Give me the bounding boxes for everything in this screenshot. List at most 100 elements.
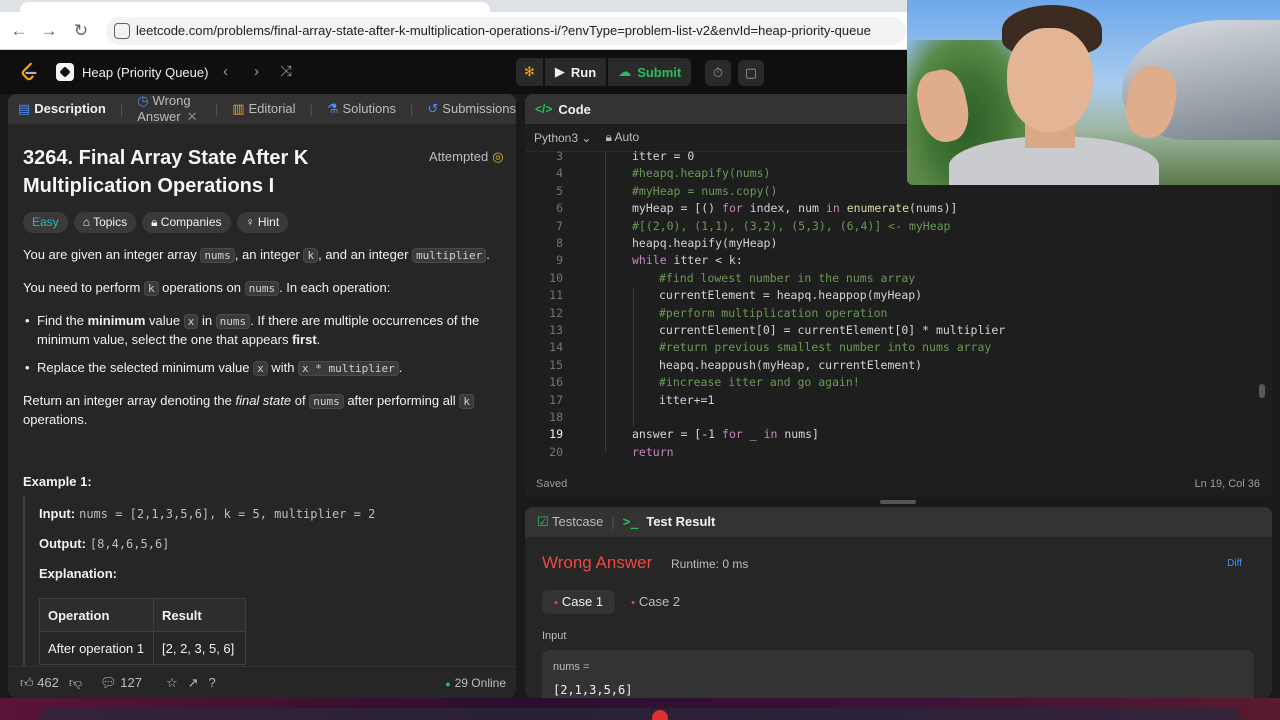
difficulty-badge: Easy [23,212,68,233]
line-number: 18 [549,410,563,424]
book-icon: ▥ [232,101,245,116]
line-number: 12 [549,305,563,320]
tab-submissions[interactable]: ↺ Submissions [427,101,516,117]
document-icon: ▤ [18,101,31,116]
tag-icon: ⌂ [82,215,94,229]
browser-tab[interactable] [20,2,490,12]
code-line[interactable]: 18 [525,409,1272,426]
run-button[interactable]: ▶ Run [544,58,607,86]
line-number: 3 [556,149,563,163]
code-text: #myHeap = nums.copy() [632,183,778,198]
comment-icon: 💬︎ [100,674,121,690]
prev-problem-icon[interactable]: ‹ [223,62,228,82]
tab-solutions[interactable]: ⚗ Solutions [327,101,396,117]
like-button[interactable]: 👍︎ 462 [20,675,59,691]
share-icon[interactable]: ↗ [188,675,199,691]
code-line[interactable]: 12 #perform multiplication operation [525,305,1272,322]
help-icon[interactable]: ? [209,675,216,690]
list-item: Replace the selected minimum value x wit… [23,359,493,378]
problem-title[interactable]: 3264. Final Array State After K Multipli… [23,144,363,200]
code-line[interactable]: 7 #[(2,0), (1,1), (3,2), (5,3), (6,4)] <-… [525,218,1272,235]
description-footer: 👍︎ 462 👎︎ 💬︎ 127 ☆ ↗ ? 29 Online [8,666,516,698]
dislike-icon[interactable]: 👎︎ [69,675,82,691]
tab-testcase[interactable]: ☑ Testcase [537,514,603,530]
code-line[interactable]: 9 while itter < k: [525,252,1272,269]
code-text: #[(2,0), (1,1), (3,2), (5,3), (6,4)] <- … [632,218,951,233]
code-line[interactable]: 15 heapq.heappush(myHeap, currentElement) [525,357,1272,374]
site-settings-icon[interactable] [114,23,130,39]
close-icon[interactable]: ✕ [187,109,198,124]
code-line[interactable]: 11 currentElement = heapq.heappop(myHeap) [525,287,1272,304]
code-line[interactable]: 20 return [525,444,1272,461]
lightbulb-icon: ♀ [245,215,258,229]
table-cell: After operation 1 [39,631,154,665]
companies-chip[interactable]: 🔒︎ Companies [142,212,231,233]
notes-icon[interactable]: ▢ [738,60,764,86]
comments-button[interactable]: 💬︎ 127 [100,675,142,691]
cursor-position: Ln 19, Col 36 [1194,478,1260,490]
leetcode-logo-icon[interactable] [18,61,40,83]
auto-mode-toggle[interactable]: 🔒︎ Auto [605,130,639,145]
problem-list-icon [56,63,74,81]
tab-wrong-answer[interactable]: ◷ Wrong Answer ✕ [137,94,201,125]
code-text: #find lowest number in the nums array [659,270,916,285]
line-number: 8 [556,236,563,250]
tab-editorial[interactable]: ▥ Editorial [232,101,295,117]
next-problem-icon[interactable]: › [254,62,259,82]
code-text: #heapq.heapify(nums) [632,166,771,181]
problem-list-button[interactable]: Heap (Priority Queue) [56,62,208,82]
chevron-down-icon: ⌄ [578,130,592,145]
code-text: #increase itter and go again! [659,375,860,390]
shuffle-icon[interactable]: ⤨ [280,62,292,82]
description-paragraph: You are given an integer array nums, an … [23,247,490,263]
code-line[interactable]: 13 currentElement[0] = currentElement[0] … [525,322,1272,339]
webcam-person-face [1007,28,1093,132]
timer-icon[interactable]: ⏱ [705,60,731,86]
hint-chip[interactable]: ♀ Hint [236,212,289,233]
tab-description[interactable]: ▤ Description [18,101,106,117]
example-input: Input: nums = [2,1,3,5,6], k = 5, multipl… [39,506,376,521]
code-text: heapq.heapify(myHeap) [632,236,778,250]
problem-description: You are given an integer array nums, an … [23,246,493,443]
code-text: itter+=1 [659,392,715,407]
reload-icon[interactable]: ↻ [70,20,92,42]
star-icon[interactable]: ☆ [166,675,178,691]
code-line[interactable]: 10 #find lowest number in the nums array [525,270,1272,287]
code-line[interactable]: 17 itter+=1 [525,392,1272,409]
example-explanation: Explanation: [39,566,118,581]
tab-test-result[interactable]: >_ Test Result [623,514,716,530]
editor-scrollbar[interactable] [1259,384,1265,398]
terminal-icon: >_ [622,515,647,530]
checkbox-icon: ☑ [537,514,553,529]
description-paragraph: Return an integer array denoting the fin… [23,392,493,429]
forward-icon[interactable]: → [38,20,60,42]
editor-status-bar: Saved Ln 19, Col 36 [525,470,1272,498]
code-text: heapq.heappush(myHeap, currentElement) [659,357,923,372]
code-text: itter = 0 [632,149,695,163]
input-value-box: nums = [2,1,3,5,6] [542,650,1254,698]
code-line[interactable]: 16 #increase itter and go again! [525,374,1272,391]
diff-toggle[interactable]: Diff [1227,558,1242,569]
table-header-row: Operation Result [39,598,246,632]
address-bar[interactable]: leetcode.com/problems/final-array-state-… [106,17,906,45]
code-line[interactable]: 6 myHeap = [() for index, num in enumerat… [525,200,1272,217]
example-title: Example 1: [23,474,92,489]
debug-icon[interactable]: ✻ [516,58,543,86]
description-paragraph: You need to perform k operations on nums… [23,280,391,296]
code-line[interactable]: 8 heapq.heapify(myHeap) [525,235,1272,252]
problem-chips: Easy ⌂ Topics 🔒︎ Companies ♀ Hint [23,212,289,233]
code-line[interactable]: 5 #myHeap = nums.copy() [525,183,1272,200]
code-line[interactable]: 14 #return previous smallest number into … [525,339,1272,356]
topics-chip[interactable]: ⌂ Topics [73,212,137,233]
back-icon[interactable]: ← [8,20,30,42]
code-editor[interactable]: 3 itter = 0 4 #heapq.heapify(nums) 5 #myHeap … [525,149,1272,461]
case-2-tab[interactable]: Case 2 [619,590,692,614]
code-line[interactable]: 19 answer = [-1 for _ in nums] [525,426,1272,443]
case-1-tab[interactable]: Case 1 [542,590,616,614]
code-text: myHeap = [() for index, num in enumerate… [632,201,958,216]
line-number: 4 [556,166,563,181]
panel-resize-handle[interactable] [880,500,916,504]
language-select[interactable]: Python3 ⌄ [534,131,591,145]
input-variable-name: nums = [553,661,590,673]
submit-button[interactable]: ☁ Submit [608,58,692,86]
